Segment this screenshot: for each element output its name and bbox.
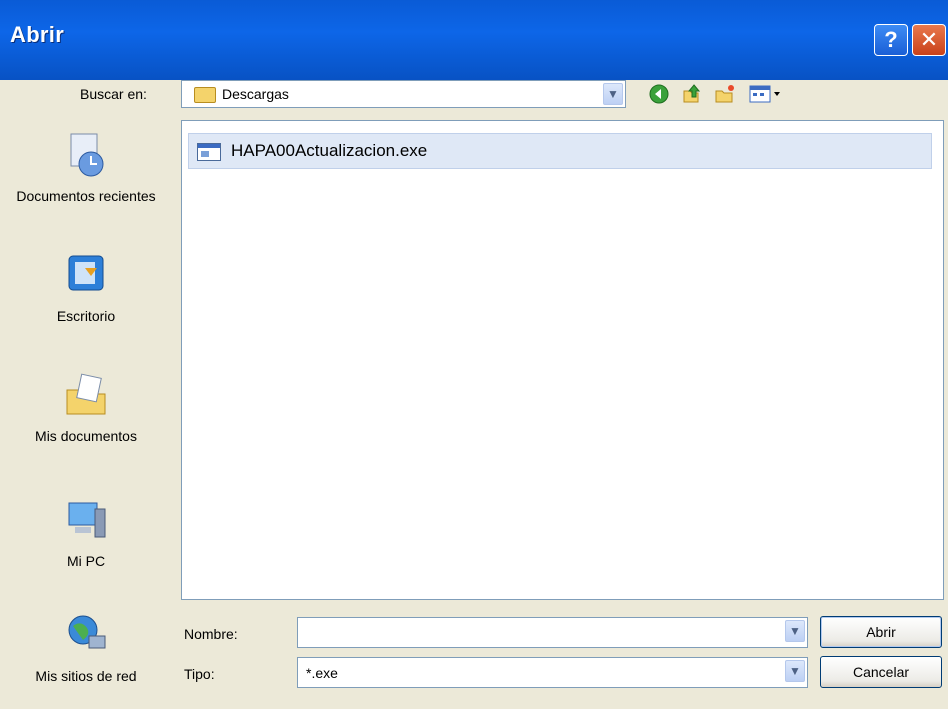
my-documents-icon <box>66 373 106 415</box>
look-in-label: Buscar en: <box>80 86 147 102</box>
chevron-down-icon[interactable]: ▼ <box>785 660 805 682</box>
place-label: Mi PC <box>66 553 106 569</box>
up-folder-icon[interactable] <box>680 83 702 105</box>
file-list[interactable]: HAPA00Actualizacion.exe <box>181 120 944 600</box>
place-label: Escritorio <box>56 308 116 324</box>
place-recent-documents[interactable]: Documentos recientes <box>0 130 172 205</box>
view-menu-icon[interactable] <box>748 83 784 105</box>
chevron-down-icon[interactable]: ▼ <box>603 83 623 105</box>
file-name-label: Nombre: <box>184 626 238 642</box>
place-desktop[interactable]: Escritorio <box>0 250 172 325</box>
my-computer-icon <box>68 502 106 538</box>
place-label: Mis documentos <box>35 428 137 444</box>
place-label: Mis sitios de red <box>35 668 137 684</box>
title-bar[interactable]: Abrir ? ✕ <box>0 0 948 80</box>
close-button[interactable]: ✕ <box>912 24 946 56</box>
place-network[interactable]: Mis sitios de red <box>0 610 172 685</box>
place-label: Documentos recientes <box>16 188 156 204</box>
cancel-button[interactable]: Cancelar <box>820 656 942 688</box>
file-type-label: Tipo: <box>184 666 215 682</box>
help-button[interactable]: ? <box>874 24 908 56</box>
open-dialog-body: Buscar en: Descargas ▼ Documentos recien… <box>0 80 948 709</box>
desktop-icon <box>68 255 104 291</box>
place-my-computer[interactable]: Mi PC <box>0 495 172 570</box>
file-type-value: *.exe <box>306 665 338 681</box>
file-type-select[interactable]: *.exe ▼ <box>297 657 808 688</box>
file-item[interactable]: HAPA00Actualizacion.exe <box>188 133 932 169</box>
places-bar: Documentos recientes Escritorio Mis docu… <box>0 120 172 709</box>
place-my-documents[interactable]: Mis documentos <box>0 370 172 445</box>
file-name-input[interactable]: ▼ <box>297 617 808 648</box>
recent-documents-icon <box>70 133 104 177</box>
exe-file-icon <box>197 143 221 161</box>
back-icon[interactable] <box>648 83 670 105</box>
file-name: HAPA00Actualizacion.exe <box>231 141 428 160</box>
chevron-down-icon[interactable]: ▼ <box>785 620 805 642</box>
look-in-combo[interactable]: Descargas ▼ <box>181 80 626 108</box>
look-in-value: Descargas <box>222 86 289 102</box>
window-title: Abrir <box>10 22 65 47</box>
network-places-icon <box>68 615 106 649</box>
open-button[interactable]: Abrir <box>820 616 942 648</box>
new-folder-icon[interactable] <box>714 83 736 105</box>
folder-icon <box>194 87 216 103</box>
